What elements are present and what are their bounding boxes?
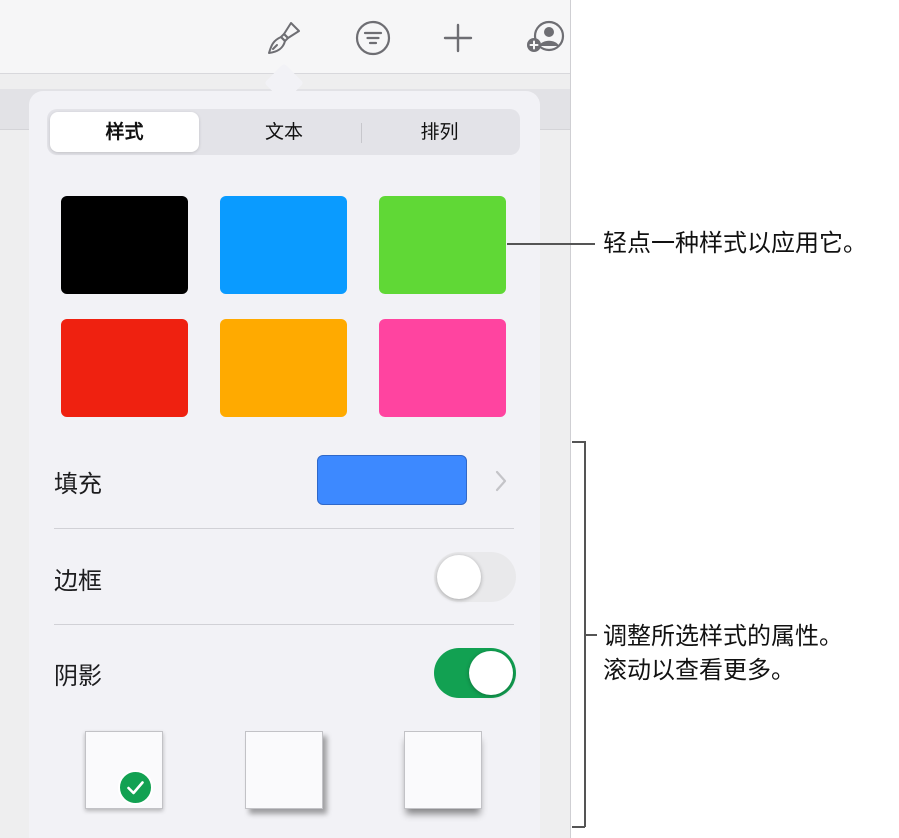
checkmark-icon — [118, 770, 153, 805]
tab-arrange[interactable]: 排列 — [362, 112, 517, 152]
fill-color-well[interactable] — [317, 455, 467, 505]
format-tabs: 样式 文本 排列 — [47, 109, 520, 155]
plus-icon[interactable] — [438, 18, 478, 58]
format-brush-icon[interactable] — [264, 18, 304, 58]
border-toggle[interactable] — [434, 552, 516, 602]
style-swatch-orange[interactable] — [220, 319, 347, 417]
app-toolbar — [0, 0, 570, 74]
add-person-icon[interactable] — [525, 18, 565, 58]
row-divider — [54, 624, 514, 625]
shadow-option-curved[interactable] — [404, 731, 482, 809]
shadow-option-drop[interactable] — [245, 731, 323, 809]
tab-style[interactable]: 样式 — [50, 112, 199, 152]
ipad-screen: 样式 文本 排列 填充 边框 阴影 — [0, 0, 571, 838]
callout-leader-styles — [507, 243, 595, 245]
callout-properties-line2: 滚动以查看更多。 — [603, 656, 795, 684]
style-swatch-pink[interactable] — [379, 319, 506, 417]
tab-text[interactable]: 文本 — [207, 112, 361, 152]
border-label: 边框 — [54, 567, 102, 595]
filter-list-icon[interactable] — [353, 18, 393, 58]
shadow-toggle[interactable] — [434, 648, 516, 698]
callout-styles: 轻点一种样式以应用它。 — [603, 229, 867, 257]
row-divider — [54, 528, 514, 529]
fill-label: 填充 — [54, 470, 102, 498]
style-swatch-red[interactable] — [61, 319, 188, 417]
callout-leader-properties — [585, 634, 597, 636]
toggle-knob — [469, 651, 513, 695]
chevron-right-icon[interactable] — [493, 469, 509, 493]
toggle-knob — [437, 555, 481, 599]
style-swatch-green[interactable] — [379, 196, 506, 294]
callout-properties-line1: 调整所选样式的属性。 — [603, 622, 843, 650]
style-swatch-black[interactable] — [61, 196, 188, 294]
device-edge — [570, 0, 571, 838]
format-popover: 样式 文本 排列 填充 边框 阴影 — [29, 91, 540, 838]
shadow-label: 阴影 — [54, 662, 102, 690]
callout-bracket-bottom — [572, 826, 585, 828]
style-swatch-blue[interactable] — [220, 196, 347, 294]
